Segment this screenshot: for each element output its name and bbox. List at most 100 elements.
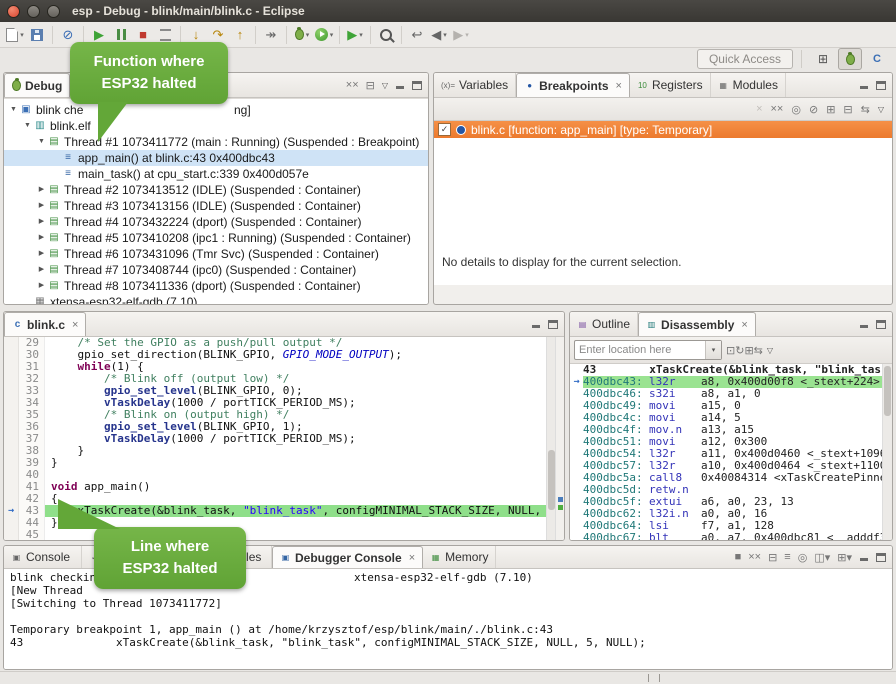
expanded-arrow-icon[interactable]: ▼: [22, 118, 33, 134]
view-menu-icon[interactable]: ▽: [382, 81, 388, 90]
search-button[interactable]: [376, 24, 396, 46]
collapsed-arrow-icon[interactable]: ▶: [36, 262, 47, 278]
minimize-view-button[interactable]: [859, 553, 869, 562]
pin-console-icon[interactable]: ◎: [798, 551, 808, 564]
open-perspective-button[interactable]: ⊞: [812, 49, 834, 69]
disassembly-scrollbar[interactable]: [882, 364, 892, 541]
quick-access-box[interactable]: Quick Access: [697, 49, 793, 69]
collapsed-arrow-icon[interactable]: ▶: [36, 246, 47, 262]
view-tab-memory[interactable]: ▦Memory: [423, 546, 496, 568]
display-selected-console-icon[interactable]: ◫▾: [814, 551, 830, 564]
overview-ruler[interactable]: [555, 337, 564, 541]
breakpoint-row[interactable]: ✓ blink.c [function: app_main] [type: Te…: [434, 121, 892, 138]
minimize-window-button[interactable]: [27, 5, 40, 18]
goto-pc-icon[interactable]: ⊡: [726, 344, 735, 357]
debug-tree-row[interactable]: ≡main_task() at cpu_start.c:339 0x400d05…: [4, 166, 428, 182]
scrollbar-thumb[interactable]: [884, 366, 891, 416]
collapsed-arrow-icon[interactable]: ▶: [36, 214, 47, 230]
sash-handle[interactable]: [648, 674, 660, 682]
close-tab-icon[interactable]: ×: [72, 319, 78, 331]
debug-button[interactable]: ▾: [292, 24, 312, 46]
breakpoint-checkbox[interactable]: ✓: [438, 123, 451, 136]
forward-button[interactable]: ▶▾: [451, 24, 471, 46]
collapsed-arrow-icon[interactable]: ▶: [36, 182, 47, 198]
view-menu-icon[interactable]: ▽: [878, 105, 884, 114]
tab-blink-c[interactable]: c blink.c ×: [4, 312, 86, 336]
location-input[interactable]: Enter location here: [575, 344, 705, 356]
expand-all-icon[interactable]: ⊞: [826, 103, 835, 116]
view-tab-breakpoints[interactable]: ●Breakpoints×: [516, 73, 630, 97]
refresh-icon[interactable]: ↻: [735, 344, 744, 357]
view-tab-registers[interactable]: 10Registers: [630, 73, 711, 97]
collapse-all-icon[interactable]: ⊟: [843, 103, 852, 116]
debug-tree-row[interactable]: ▼▥blink.elf: [4, 118, 428, 134]
collapsed-arrow-icon[interactable]: ▶: [36, 278, 47, 294]
maximize-window-button[interactable]: [47, 5, 60, 18]
maximize-view-button[interactable]: [548, 320, 558, 329]
debug-perspective-button[interactable]: [838, 48, 862, 70]
instruction-pointer-icon[interactable]: →: [4, 505, 19, 517]
debug-thread-tree[interactable]: ▼▣blink cheng]▼▥blink.elf▼▤Thread #1 107…: [4, 98, 428, 305]
new-wizard-button[interactable]: ▾: [5, 24, 25, 46]
debug-tree-row[interactable]: ▶▤Thread #4 1073432224 (dport) (Suspende…: [4, 214, 428, 230]
code-line[interactable]: 37 vTaskDelay(1000 / portTICK_PERIOD_MS)…: [4, 433, 564, 445]
terminate-icon[interactable]: ■: [735, 551, 742, 563]
view-tab-modules[interactable]: ▦Modules: [711, 73, 786, 97]
minimize-view-button[interactable]: [531, 320, 541, 329]
view-tab-variables[interactable]: (x)=Variables: [434, 73, 516, 97]
debug-tree-row[interactable]: ≡app_main() at blink.c:43 0x400dbc43: [4, 150, 428, 166]
show-source-icon[interactable]: ⊞: [744, 344, 753, 357]
tab-debug[interactable]: Debug: [4, 73, 70, 97]
maximize-view-button[interactable]: [412, 81, 422, 90]
skip-all-breakpoints-icon[interactable]: ⊘: [809, 103, 818, 116]
maximize-view-button[interactable]: [876, 553, 886, 562]
disasm-row[interactable]: 400dbc67:blta0, a7, 0x400dbc81 <__adddf3…: [570, 532, 892, 541]
maximize-view-button[interactable]: [876, 320, 886, 329]
debug-tree-row[interactable]: ▶▤Thread #5 1073410208 (ipc1 : Running) …: [4, 230, 428, 246]
back-button[interactable]: ◀▾: [429, 24, 449, 46]
expanded-arrow-icon[interactable]: ▼: [36, 134, 47, 150]
code-line[interactable]: 38 }: [4, 445, 564, 457]
debug-tree-row[interactable]: ▦xtensa-esp32-elf-gdb (7.10): [4, 294, 428, 305]
show-breakpoints-for-selection-icon[interactable]: ◎: [791, 103, 801, 116]
view-tab-disassembly[interactable]: ▥Disassembly×: [638, 312, 756, 336]
instruction-stepping-button[interactable]: ↠: [261, 24, 281, 46]
save-button[interactable]: [27, 24, 47, 46]
view-tab-debugger-console[interactable]: ▣Debugger Console×: [272, 546, 423, 568]
external-tools-button[interactable]: ▶▾: [345, 24, 365, 46]
remove-all-launches-icon[interactable]: ××: [748, 551, 761, 563]
code-line[interactable]: 45: [4, 529, 564, 541]
run-button[interactable]: ▾: [314, 24, 334, 46]
code-line[interactable]: 39}: [4, 457, 564, 469]
remove-all-terminated-icon[interactable]: ××: [346, 79, 359, 91]
open-console-icon[interactable]: ⊞▾: [837, 551, 852, 564]
collapsed-arrow-icon[interactable]: ▶: [36, 230, 47, 246]
debug-tree-row[interactable]: ▼▣blink cheng]: [4, 102, 428, 118]
link-with-debug-view-icon[interactable]: ⇆: [861, 103, 870, 116]
expanded-arrow-icon[interactable]: ▼: [8, 102, 19, 118]
debug-tree-row[interactable]: ▼▤Thread #1 1073411772 (main : Running) …: [4, 134, 428, 150]
close-tab-icon[interactable]: ×: [616, 80, 622, 92]
clear-console-icon[interactable]: ⊟: [768, 551, 777, 564]
view-tab-outline[interactable]: ▤Outline: [570, 312, 638, 336]
close-window-button[interactable]: [7, 5, 20, 18]
cpp-perspective-button[interactable]: C: [866, 49, 888, 69]
view-tab-console[interactable]: ▣Console: [4, 546, 82, 568]
code-line[interactable]: 41void app_main(): [4, 481, 564, 493]
remove-all-breakpoints-icon[interactable]: ××: [771, 103, 784, 115]
step-return-button[interactable]: ↑: [230, 24, 250, 46]
combo-dropdown-icon[interactable]: ▾: [705, 341, 721, 359]
line-number[interactable]: 45: [19, 529, 45, 541]
last-edit-location-button[interactable]: ↩: [407, 24, 427, 46]
collapsed-arrow-icon[interactable]: ▶: [36, 198, 47, 214]
minimize-view-button[interactable]: [395, 81, 405, 90]
close-tab-icon[interactable]: ×: [741, 319, 747, 331]
scrollbar-thumb[interactable]: [548, 450, 555, 510]
collapse-all-icon[interactable]: ⊟: [366, 79, 375, 92]
sync-with-active-context-icon[interactable]: ⇆: [754, 344, 763, 357]
debug-tree-row[interactable]: ▶▤Thread #6 1073431096 (Tmr Svc) (Suspen…: [4, 246, 428, 262]
close-tab-icon[interactable]: ×: [409, 552, 415, 564]
maximize-view-button[interactable]: [876, 81, 886, 90]
debug-tree-row[interactable]: ▶▤Thread #3 1073413156 (IDLE) (Suspended…: [4, 198, 428, 214]
minimize-view-button[interactable]: [859, 320, 869, 329]
